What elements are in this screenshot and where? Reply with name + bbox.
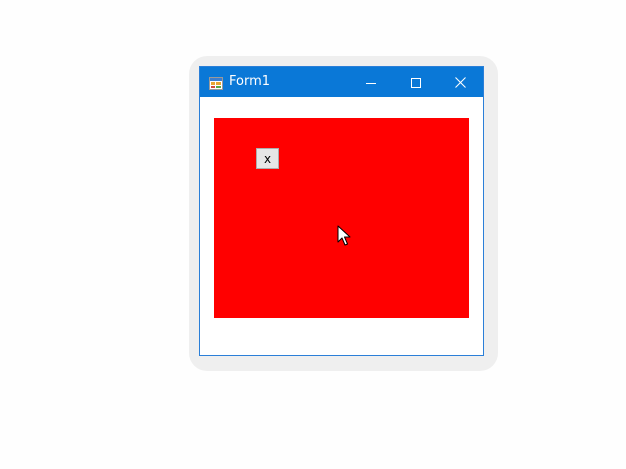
minimize-button[interactable] — [348, 67, 393, 97]
red-panel: x — [214, 118, 469, 318]
winforms-app-icon — [209, 75, 223, 90]
x-button[interactable]: x — [256, 148, 279, 169]
close-button[interactable] — [438, 67, 483, 97]
client-area: x — [200, 97, 483, 355]
window-title: Form1 — [229, 74, 271, 89]
maximize-button[interactable] — [393, 67, 438, 97]
minimize-icon — [365, 73, 376, 92]
form-window: Form1 x — [199, 66, 484, 356]
desktop: Form1 x — [0, 0, 626, 469]
maximize-icon — [410, 73, 421, 92]
close-icon — [455, 73, 466, 92]
title-bar[interactable]: Form1 — [200, 67, 483, 97]
